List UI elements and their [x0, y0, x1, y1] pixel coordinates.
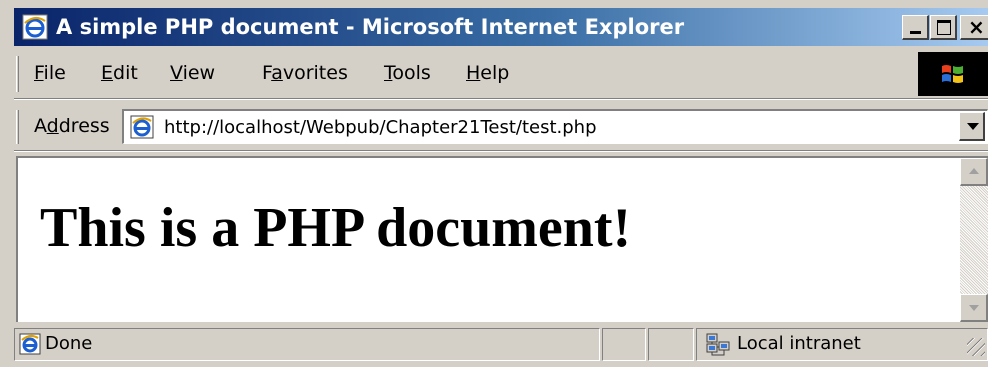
menu-file-mnemonic: F [34, 62, 44, 84]
menu-edit[interactable]: Edit [101, 62, 138, 84]
menu-bar: File Edit View Favorites Tools Help [14, 52, 988, 96]
menu-favorites-label: vorites [282, 62, 348, 84]
close-icon: × [968, 15, 985, 39]
menu-grip[interactable] [16, 56, 19, 92]
address-dropdown-button[interactable] [959, 112, 985, 141]
status-pane-security [648, 328, 694, 361]
title-bar[interactable]: A simple PHP document - Microsoft Intern… [14, 8, 988, 46]
menu-tools[interactable]: Tools [384, 62, 431, 84]
ie-page-icon [19, 333, 41, 355]
minimize-icon [910, 31, 921, 34]
menu-tools-label: ools [392, 62, 431, 84]
address-label-pre: A [34, 115, 47, 137]
status-pane-zone[interactable]: Local intranet [696, 328, 988, 361]
page-content[interactable]: This is a PHP document! [16, 156, 988, 322]
menu-file[interactable]: File [34, 62, 66, 84]
address-field[interactable] [122, 109, 988, 144]
status-pane-main: Done [14, 328, 600, 361]
chevron-down-icon [967, 123, 979, 130]
menu-view[interactable]: View [170, 62, 215, 84]
activity-throbber [918, 52, 988, 96]
ie-page-icon [130, 115, 154, 139]
scroll-down-button[interactable] [960, 294, 988, 322]
maximize-icon [937, 20, 951, 35]
security-zone-text: Local intranet [737, 333, 861, 354]
resize-grip[interactable] [967, 338, 985, 356]
status-bar: Done Local intranet [14, 324, 988, 367]
status-pane-progress [602, 328, 646, 361]
minimize-button[interactable] [902, 15, 929, 40]
menu-help[interactable]: Help [466, 62, 509, 84]
arrow-up-icon [969, 168, 979, 174]
menu-favorites[interactable]: Favorites [262, 62, 348, 84]
close-button[interactable]: × [960, 15, 988, 40]
maximize-button[interactable] [930, 15, 957, 40]
browser-window: A simple PHP document - Microsoft Intern… [0, 0, 988, 367]
local-intranet-icon [706, 333, 730, 356]
menu-help-label: elp [480, 62, 510, 84]
windows-logo-icon [942, 65, 963, 83]
menu-favorites-mnemonic: a [271, 62, 283, 84]
menu-edit-mnemonic: E [101, 62, 114, 84]
menu-view-label: iew [182, 62, 216, 84]
menu-favorites-pre: F [262, 62, 272, 84]
menu-file-label: ile [43, 62, 66, 84]
url-input[interactable] [164, 115, 924, 139]
address-grip[interactable] [16, 110, 19, 144]
arrow-down-icon [969, 305, 979, 311]
menu-view-mnemonic: V [170, 62, 183, 84]
vertical-scrollbar[interactable] [960, 158, 988, 322]
page-heading: This is a PHP document! [40, 197, 632, 259]
address-divider [14, 150, 988, 152]
menu-edit-label: dit [113, 62, 138, 84]
ie-icon [22, 14, 48, 40]
scroll-up-button[interactable] [960, 158, 988, 186]
address-label-rest: dress [58, 115, 110, 137]
address-label: Address [34, 115, 110, 137]
toolbar-divider [14, 98, 988, 100]
status-text: Done [45, 333, 93, 354]
address-label-mnemonic: d [46, 115, 59, 137]
address-bar: Address [14, 104, 988, 148]
window-title: A simple PHP document - Microsoft Intern… [56, 15, 685, 39]
menu-help-mnemonic: H [466, 62, 481, 84]
